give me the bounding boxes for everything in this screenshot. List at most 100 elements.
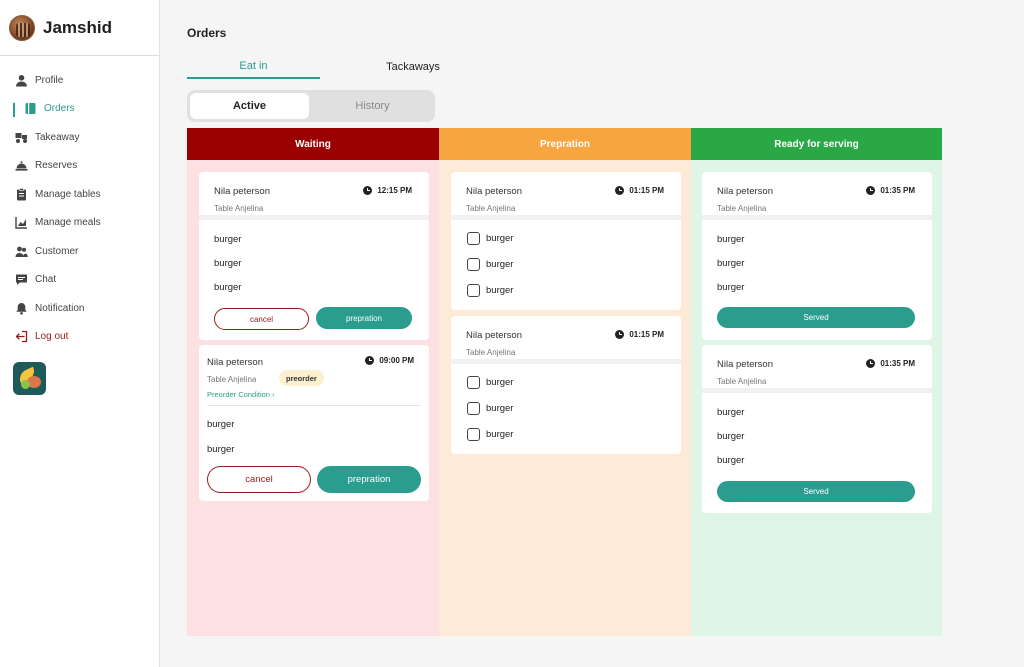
order-card[interactable]: Nila peterson 09:00 PM Table Anjelina pr… (199, 345, 429, 501)
order-time: 01:35 PM (866, 359, 915, 368)
order-item-checkbox[interactable]: burger (467, 258, 513, 271)
order-time: 09:00 PM (365, 356, 414, 365)
sidebar-item-notification[interactable]: Notification (0, 294, 160, 323)
clipboard-icon (15, 187, 28, 201)
served-button[interactable]: Served (717, 307, 915, 328)
book-icon (24, 102, 37, 115)
order-card-header: Nila peterson Table Anjelina 01:15 PM (451, 316, 681, 364)
person-icon (15, 74, 28, 87)
column-ready: Ready for serving Nila peterson Table An… (691, 128, 942, 636)
chat-icon (15, 273, 28, 286)
logo-dot-shape (21, 380, 30, 389)
app-logo[interactable] (13, 362, 46, 395)
order-item: burger (717, 258, 745, 269)
checkbox[interactable] (467, 428, 480, 441)
order-card-header: Nila peterson Table Anjelina 01:15 PM (451, 172, 681, 220)
order-time-text: 09:00 PM (379, 356, 414, 365)
checkbox[interactable] (467, 232, 480, 245)
order-item-checkbox[interactable]: burger (467, 232, 513, 245)
order-time: 01:15 PM (615, 186, 664, 195)
user-name: Jamshid (43, 17, 112, 37)
sidebar-item-label: Manage meals (35, 217, 101, 229)
order-card-header: Nila peterson Table Anjelina 01:35 PM (702, 172, 932, 220)
logout-icon (15, 330, 28, 343)
clock-icon (866, 359, 876, 368)
cancel-button[interactable]: cancel (214, 308, 309, 330)
table-name: Table Anjelina (717, 204, 767, 213)
checkbox[interactable] (467, 258, 480, 271)
order-item: burger (214, 258, 242, 269)
checkbox[interactable] (467, 402, 480, 415)
order-item-checkbox[interactable]: burger (467, 376, 513, 389)
sidebar-item-logout[interactable]: Log out (0, 323, 160, 352)
tab-eat-in[interactable]: Eat in (187, 54, 320, 79)
order-item-label: burger (486, 429, 514, 440)
preorder-condition-link[interactable]: Preorder Condition › (207, 390, 275, 399)
sidebar-item-orders[interactable]: Orders (0, 95, 160, 124)
sidebar-item-label: Profile (35, 74, 64, 86)
sidebar: Jamshid Profile Orders Takeaway Reserves… (0, 0, 160, 667)
order-item-label: burger (486, 403, 514, 414)
table-name: Table Anjelina (207, 375, 257, 384)
sidebar-item-profile[interactable]: Profile (0, 66, 160, 95)
order-item: burger (717, 282, 745, 293)
clock-icon (615, 330, 625, 339)
preorder-condition-label: Preorder Condition (207, 390, 270, 399)
delivery-icon (15, 131, 28, 144)
preparation-button[interactable]: prepration (316, 307, 412, 329)
order-card[interactable]: Nila peterson Table Anjelina 01:15 PM bu… (451, 172, 681, 310)
checkbox[interactable] (467, 284, 480, 297)
sidebar-item-label: Customer (35, 245, 79, 257)
sidebar-item-manage-tables[interactable]: Manage tables (0, 180, 160, 209)
avatar[interactable] (9, 14, 35, 41)
sidebar-item-customer[interactable]: Customer (0, 237, 160, 266)
checkbox[interactable] (467, 376, 480, 389)
order-item: burger (717, 407, 745, 418)
order-item-label: burger (486, 259, 514, 270)
order-card[interactable]: Nila peterson Table Anjelina 01:35 PM bu… (702, 172, 932, 340)
segment-history[interactable]: History (313, 93, 432, 119)
order-card[interactable]: Nila peterson Table Anjelina 01:15 PM bu… (451, 316, 681, 454)
clock-icon (363, 186, 373, 195)
customer-name: Nila peterson (214, 186, 270, 197)
clock-icon (866, 186, 876, 195)
preorder-badge: preorder (279, 370, 324, 386)
table-name: Table Anjelina (717, 377, 767, 386)
order-item: burger (717, 455, 745, 466)
customer-name: Nila peterson (466, 330, 522, 341)
sidebar-nav: Profile Orders Takeaway Reserves Manage … (0, 66, 160, 351)
customer-name: Nila peterson (717, 359, 773, 370)
order-item: burger (214, 282, 242, 293)
order-item-label: burger (486, 233, 514, 244)
served-button[interactable]: Served (717, 481, 915, 502)
customer-name: Nila peterson (207, 357, 263, 368)
sidebar-item-label: Chat (35, 274, 57, 286)
sidebar-item-manage-meals[interactable]: Manage meals (0, 209, 160, 238)
sidebar-item-takeaway[interactable]: Takeaway (0, 123, 160, 152)
cancel-button[interactable]: cancel (207, 466, 311, 493)
order-item-checkbox[interactable]: burger (467, 428, 513, 441)
order-card[interactable]: Nila peterson Table Anjelina 01:35 PM bu… (702, 345, 932, 513)
sidebar-item-reserves[interactable]: Reserves (0, 152, 160, 181)
sidebar-item-chat[interactable]: Chat (0, 266, 160, 295)
users-icon (15, 245, 28, 258)
order-item: burger (214, 234, 242, 245)
preparation-button[interactable]: prepration (317, 466, 421, 493)
order-item-checkbox[interactable]: burger (467, 284, 513, 297)
order-item: burger (717, 431, 745, 442)
table-name: Table Anjelina (466, 204, 516, 213)
order-card[interactable]: Nila peterson Table Anjelina 12:15 PM bu… (199, 172, 429, 340)
column-waiting: Waiting Nila peterson Table Anjelina 12:… (187, 128, 439, 636)
tab-takeaways[interactable]: Tackaways (347, 54, 479, 79)
order-time-text: 12:15 PM (377, 186, 412, 195)
sidebar-item-label: Notification (35, 302, 85, 314)
sidebar-item-label: Takeaway (35, 131, 80, 143)
segment-active[interactable]: Active (190, 93, 309, 119)
order-type-tabs: Eat in Tackaways (187, 54, 457, 80)
order-time: 12:15 PM (363, 186, 412, 195)
order-item-checkbox[interactable]: burger (467, 402, 513, 415)
order-time-text: 01:35 PM (880, 359, 915, 368)
cloche-icon (15, 159, 28, 172)
table-name: Table Anjelina (214, 204, 264, 213)
order-item-label: burger (486, 285, 514, 296)
